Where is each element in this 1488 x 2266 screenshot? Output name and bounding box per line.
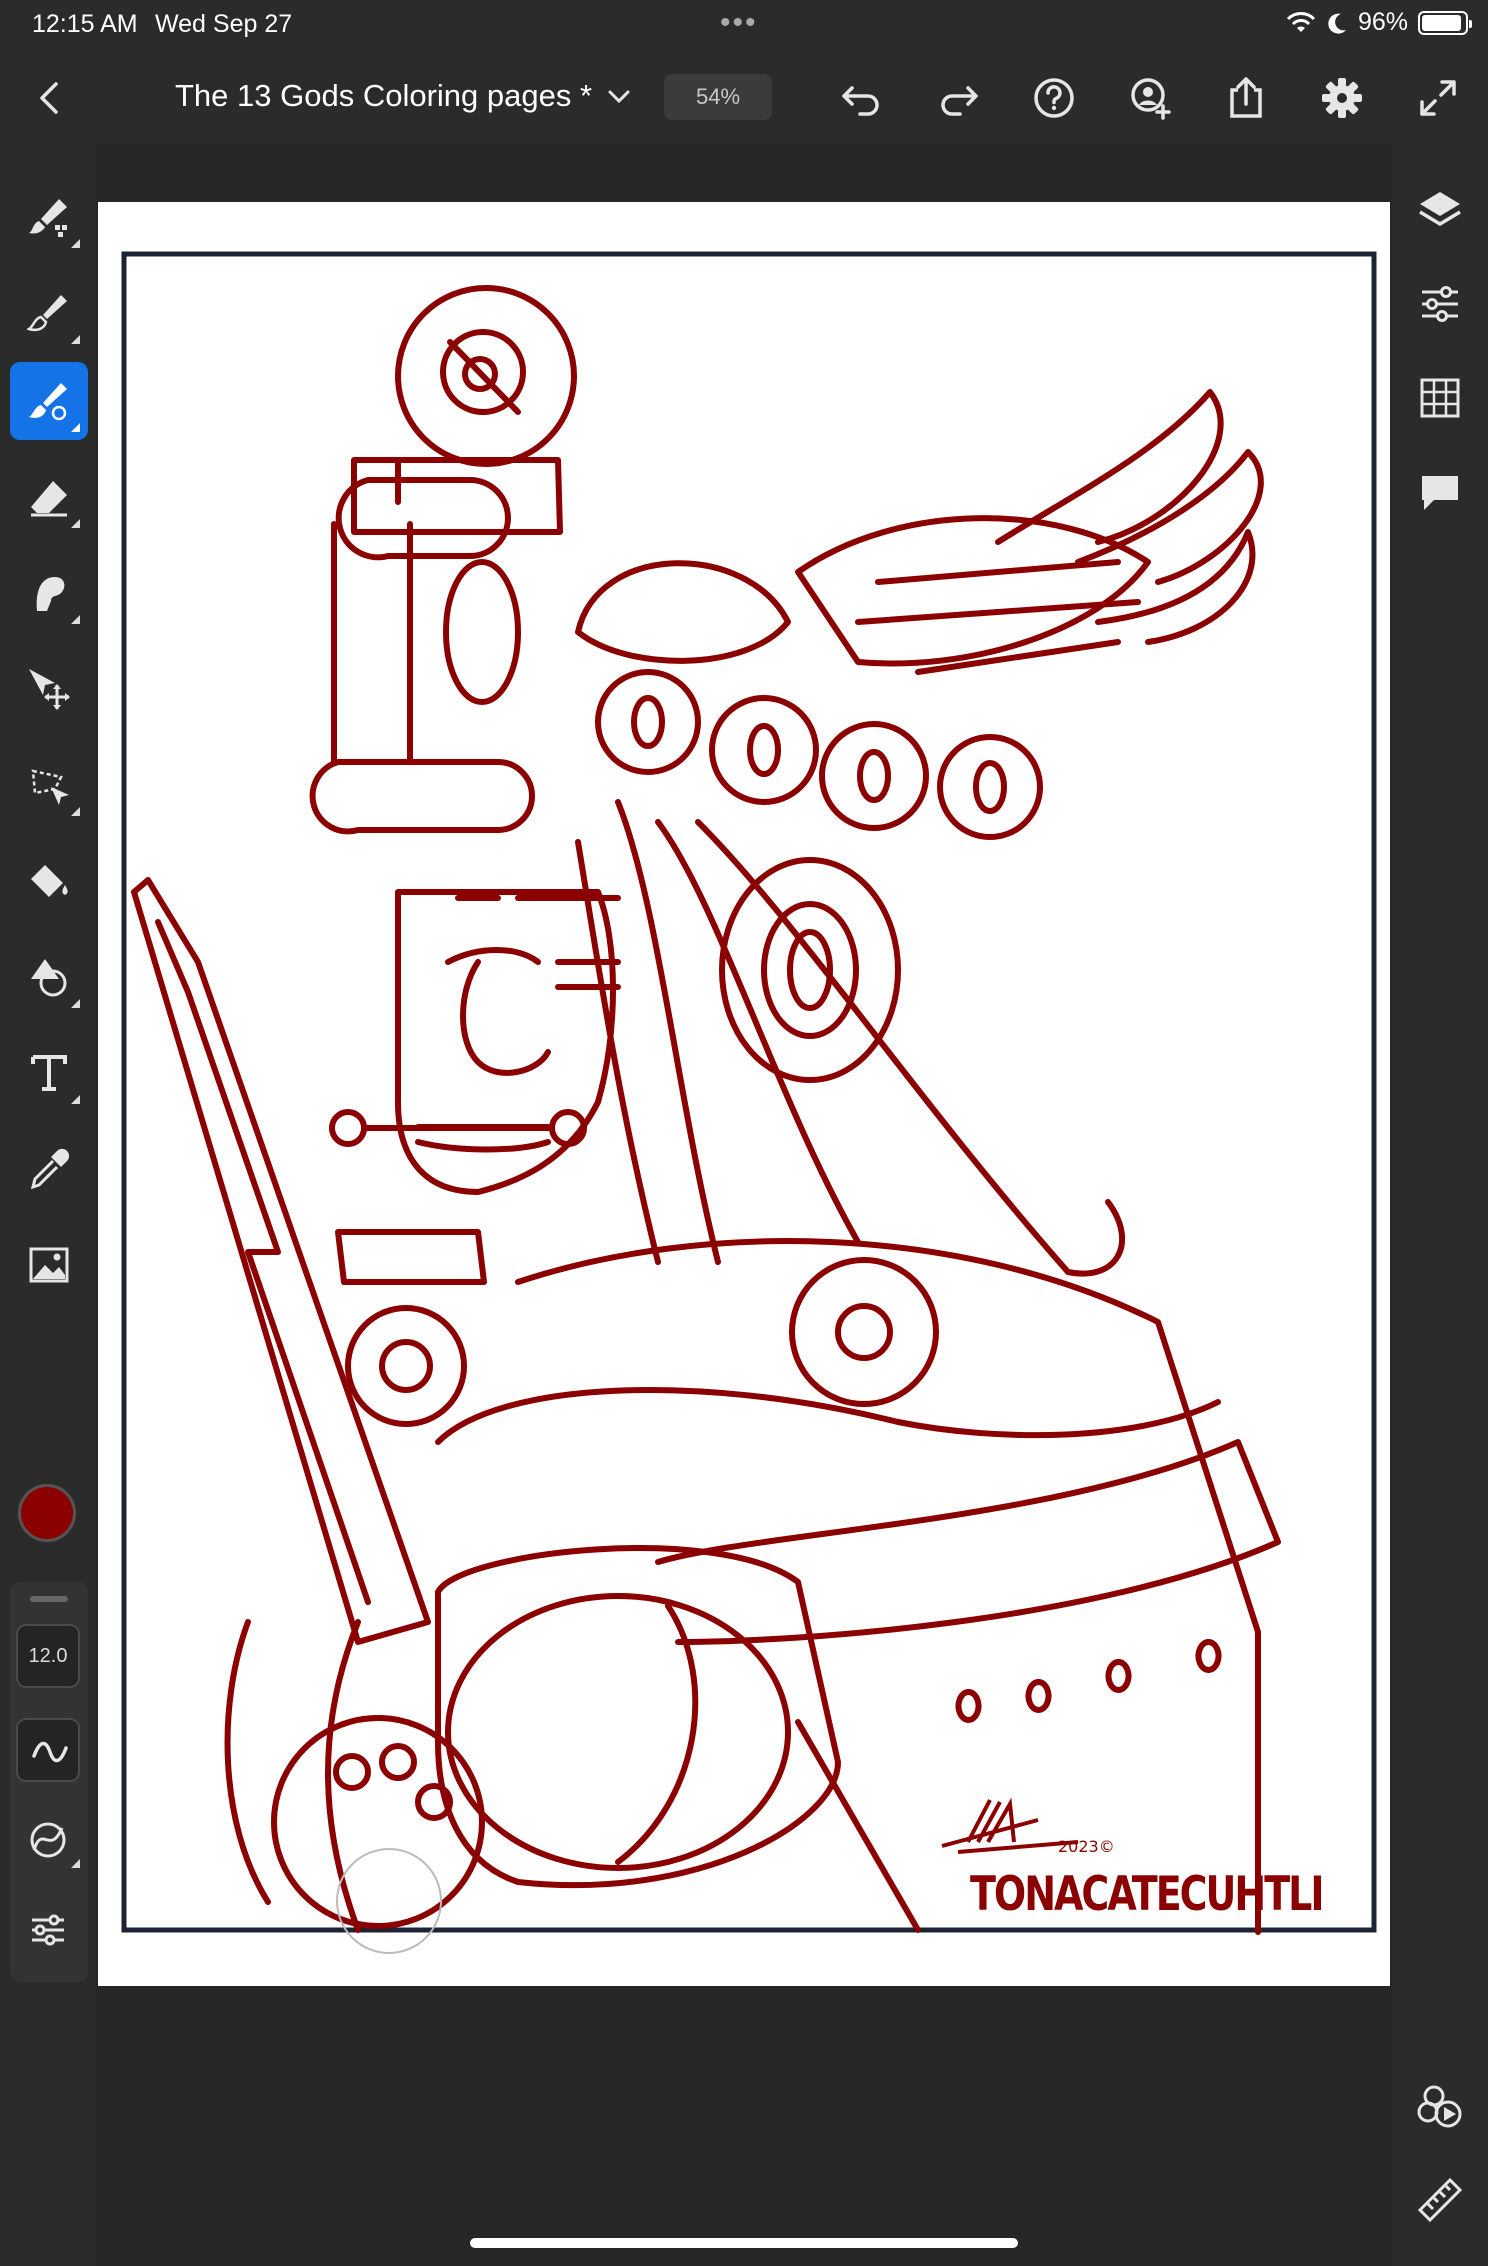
artboard[interactable]: 2023© TONACATECUHTLI: [98, 202, 1390, 1986]
brush-cursor-ring: [336, 1848, 442, 1954]
status-date: Wed Sep 27: [155, 10, 293, 38]
back-chevron-icon[interactable]: [30, 74, 70, 122]
eyedropper-icon: [30, 1148, 70, 1190]
comment-icon[interactable]: [1414, 466, 1466, 518]
transform-tool[interactable]: [10, 650, 88, 728]
smudge-tool[interactable]: [10, 554, 88, 632]
status-time: 12:15 AM: [32, 10, 138, 38]
text-t-icon: [31, 1055, 67, 1091]
paint-bucket-icon: [31, 865, 68, 897]
shapes-tool[interactable]: [10, 938, 88, 1016]
brush-settings-panel: 12.0: [10, 1582, 88, 1982]
color-swatch[interactable]: [18, 1484, 76, 1542]
year-mark: 2023©: [1058, 1837, 1115, 1856]
smoothing-wave-icon: [32, 1741, 68, 1763]
tools-rail: 12.0: [0, 144, 96, 2266]
home-indicator[interactable]: [470, 2238, 1018, 2248]
fill-tool[interactable]: [10, 842, 88, 920]
battery-icon: [1418, 10, 1472, 35]
selection-tool[interactable]: [10, 746, 88, 824]
line-artwork[interactable]: 2023©: [98, 202, 1390, 1986]
chevron-down-icon[interactable]: [602, 80, 636, 114]
eyedropper-tool[interactable]: [10, 1130, 88, 1208]
battery-percent: 96%: [1357, 8, 1408, 36]
help-icon[interactable]: [1030, 74, 1078, 122]
redo-icon[interactable]: [934, 74, 982, 122]
ruler-icon[interactable]: [1414, 2174, 1466, 2226]
undo-icon[interactable]: [838, 74, 886, 122]
right-panel-rail: [1392, 144, 1488, 2266]
pressure-curve-icon: [30, 1822, 66, 1858]
grid-icon[interactable]: [1414, 372, 1466, 424]
multitasking-dots[interactable]: •••: [720, 6, 758, 40]
signature-text: TONACATECUHTLI: [970, 1866, 1324, 1921]
status-bar: 12:15 AM Wed Sep 27 ••• 96%: [0, 0, 1488, 52]
smoothing-button[interactable]: [16, 1718, 80, 1782]
text-tool[interactable]: [10, 1034, 88, 1112]
recolor-play-icon[interactable]: [1414, 2080, 1466, 2132]
wifi-icon: [1286, 11, 1316, 32]
settings-gear-icon[interactable]: [1318, 74, 1366, 122]
status-indicators: 96%: [1286, 8, 1472, 37]
fullscreen-icon[interactable]: [1414, 74, 1462, 122]
zoom-level[interactable]: 54%: [664, 74, 772, 120]
image-icon: [29, 1247, 69, 1283]
share-icon[interactable]: [1222, 74, 1270, 122]
live-brush-icon: [27, 295, 67, 332]
pressure-button[interactable]: [16, 1808, 80, 1872]
live-brush-tool[interactable]: [10, 274, 88, 352]
vector-brush-tool[interactable]: [10, 362, 88, 440]
brush-size-value[interactable]: 12.0: [16, 1624, 80, 1688]
lasso-select-icon: [31, 769, 69, 805]
top-toolbar: The 13 Gods Coloring pages * 54%: [0, 52, 1488, 144]
layers-icon[interactable]: [1414, 184, 1466, 236]
eraser-tool[interactable]: [10, 458, 88, 536]
sliders-icon: [32, 1914, 64, 1946]
vector-brush-icon: [29, 383, 67, 421]
smudge-icon: [36, 577, 65, 611]
place-image-tool[interactable]: [10, 1226, 88, 1304]
eraser-icon: [31, 481, 67, 517]
document-title[interactable]: The 13 Gods Coloring pages *: [175, 78, 592, 114]
brush-options-button[interactable]: [16, 1898, 80, 1962]
moon-icon: [1328, 13, 1346, 34]
invite-user-icon[interactable]: [1126, 74, 1174, 122]
shapes-icon: [31, 959, 67, 997]
adjustments-sliders-icon[interactable]: [1414, 278, 1466, 330]
move-transform-icon: [29, 669, 70, 710]
pixel-brush-tool[interactable]: [10, 178, 88, 256]
pixel-brush-icon: [29, 199, 67, 237]
size-slider-handle[interactable]: [30, 1596, 68, 1602]
